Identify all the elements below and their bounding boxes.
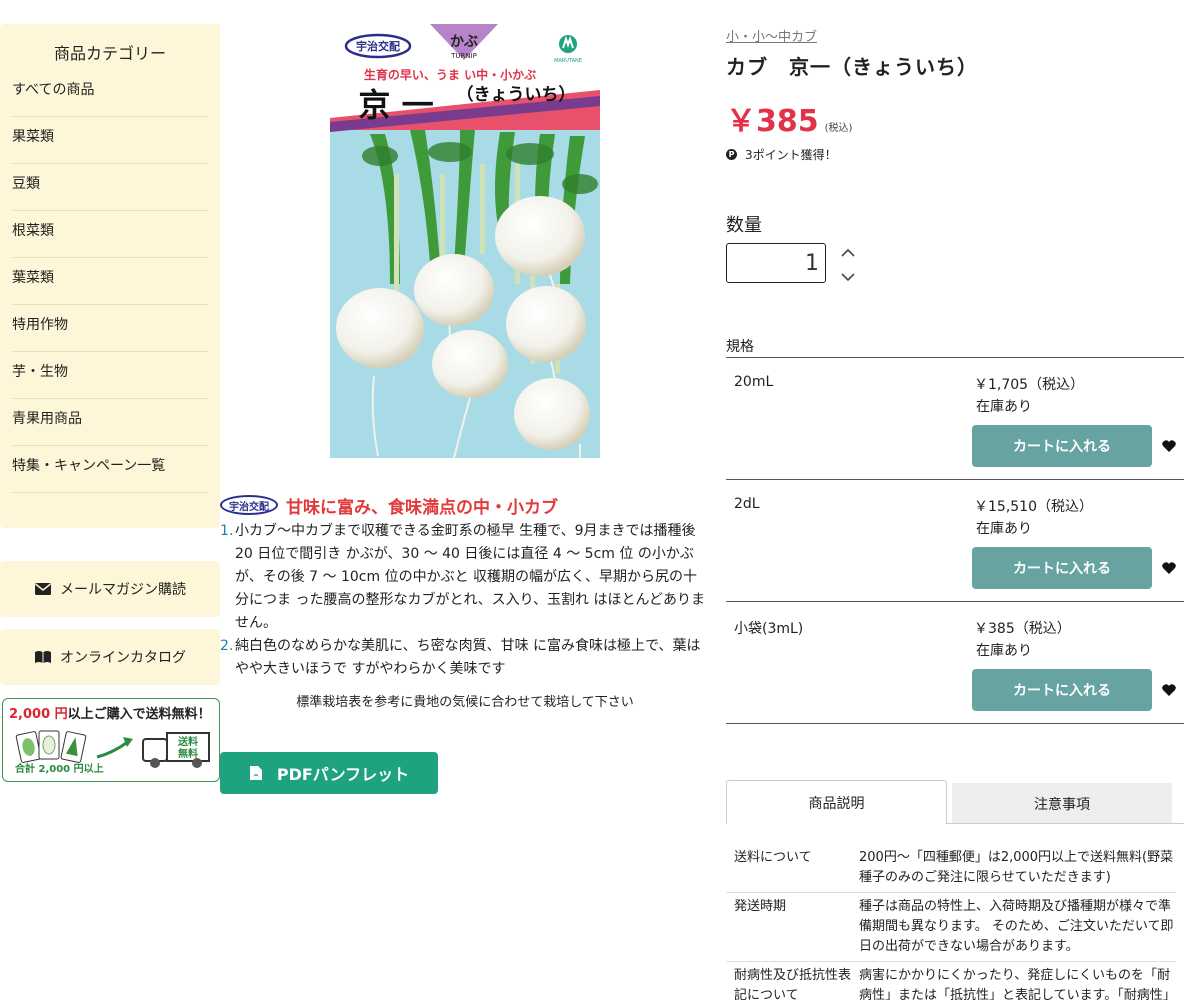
info-row: 耐病性及び抵抗性表記について 病害にかかりにくかったり、発症しにくいものを「耐病…	[726, 962, 1176, 1000]
banner-amount: 2,000 円	[9, 707, 68, 722]
cultivation-note: 標準栽培表を参考に貴地の気候に合わせて栽培して下さい	[296, 695, 634, 710]
sidebar-item-beans[interactable]: 豆類	[12, 164, 208, 211]
tabs-divider	[947, 823, 1184, 824]
pdf-pamphlet-button[interactable]: PDFパンフレット	[220, 752, 438, 794]
truck-label-2: 無料	[178, 747, 198, 760]
spec-price: ￥15,510（税込）	[974, 499, 1093, 515]
spec-stock: 在庫あり	[976, 399, 1032, 415]
spec-price: ￥385（税込）	[974, 621, 1071, 637]
sidebar-item-tubers[interactable]: 芋・生物	[12, 352, 208, 399]
sidebar-item-all[interactable]: すべての商品	[12, 70, 208, 117]
point-text: 小カブ〜中カブまで収穫できる金町系の極早 生種で、9月まきでは播種後 20 日位…	[235, 523, 706, 631]
sidebar-item-root-vegetables[interactable]: 根菜類	[12, 211, 208, 258]
spec-row: 小袋(3mL) ￥385（税込） 在庫あり カートに入れる	[726, 602, 1184, 724]
tab-product-description[interactable]: 商品説明	[726, 780, 947, 824]
banner-text: 以上ご購入で送料無料！	[67, 707, 211, 722]
description-point: 1. 小カブ〜中カブまで収穫できる金町系の極早 生種で、9月まきでは播種後 20…	[220, 520, 710, 635]
info-tabs: 商品説明 注意事項	[726, 780, 1184, 824]
sidebar-item-special-crops[interactable]: 特用作物	[12, 305, 208, 352]
packet-tagline: 生育の早い、うま い中・小かぶ	[364, 67, 536, 82]
description-points: 1. 小カブ〜中カブまで収穫できる金町系の極早 生種で、9月まきでは播種後 20…	[220, 520, 710, 681]
free-shipping-banner[interactable]: 2,000 円以上ご購入で送料無料！ 送料 無料 合計 2,000 円以上	[2, 698, 220, 782]
info-key: 発送時期	[734, 899, 787, 914]
info-value: 病害にかかりにくかったり、発症しにくいものを「耐病性」または「抵抗性」と表記して…	[859, 968, 1176, 1000]
sidebar-item-produce[interactable]: 青果用商品	[12, 399, 208, 446]
banner-title: 2,000 円以上ご購入で送料無料！	[3, 699, 219, 722]
sidebar-item-leaf-vegetables[interactable]: 葉菜類	[12, 258, 208, 305]
spec-price: ￥1,705（税込）	[974, 377, 1085, 393]
quantity-label: 数量	[726, 215, 762, 236]
description-header: 宇治交配 甘味に富み、食味満点の中・小カブ	[220, 490, 710, 520]
points-text: 3ポイント獲得！	[745, 148, 837, 162]
packet-reading: （きょういち）	[457, 84, 576, 105]
truck-label-1: 送料	[177, 735, 198, 748]
sidebar-title: 商品カテゴリー	[53, 44, 166, 63]
info-row: 発送時期 種子は商品の特性上、入荷時期及び播種期が様々で準備期間も異なります。 …	[726, 893, 1176, 962]
spec-row: 2dL ￥15,510（税込） 在庫あり カートに入れる	[726, 480, 1184, 602]
online-catalog-label: オンラインカタログ	[60, 650, 186, 666]
category-sidebar: 商品カテゴリー すべての商品 果菜類 豆類 根菜類 葉菜類 特用作物 芋・生物 …	[0, 24, 220, 528]
points-info: P 3ポイント獲得！	[726, 146, 1184, 163]
product-image: 宇治交配 かぶ TURNIP MARUTANE 生育の早い、うま い中・小かぶ …	[330, 24, 600, 458]
spec-name: 2dL	[734, 496, 760, 512]
info-row: 送料について 200円〜「四種郵便」は2,000円以上で送料無料(野菜種子のみの…	[726, 844, 1176, 893]
add-to-cart-button[interactable]: カートに入れる	[972, 425, 1152, 467]
tax-note: (税込)	[824, 123, 853, 134]
description-point: 2. 純白色のなめらかな美肌に、ち密な肉質、甘味 に富み食味は極上で、葉はやや大…	[220, 635, 710, 681]
newsletter-button[interactable]: メールマガジン購読	[0, 561, 220, 617]
info-key: 耐病性及び抵抗性表記について	[734, 968, 852, 1000]
product-description: 宇治交配 甘味に富み、食味満点の中・小カブ 1. 小カブ〜中カブまで収穫できる金…	[220, 490, 710, 710]
pdf-file-icon	[249, 766, 262, 780]
spec-name: 小袋(3mL)	[734, 621, 804, 637]
spec-name: 20mL	[734, 374, 774, 390]
seed-packet-illustration: 宇治交配 かぶ TURNIP MARUTANE 生育の早い、うま い中・小かぶ …	[330, 24, 600, 458]
book-icon	[35, 651, 51, 663]
product-info-table: 送料について 200円〜「四種郵便」は2,000円以上で送料無料(野菜種子のみの…	[726, 844, 1176, 1000]
spec-label: 規格	[726, 339, 754, 355]
add-to-cart-button[interactable]: カートに入れる	[972, 669, 1152, 711]
product-purchase-panel: 小・小〜中カブ カブ 京一（きょういち） ￥385 (税込) P 3ポイント獲得…	[726, 26, 1184, 1000]
packet-crop-en: TURNIP	[450, 52, 477, 60]
sidebar-item-fruit-vegetables[interactable]: 果菜類	[12, 117, 208, 164]
info-key: 送料について	[734, 850, 812, 865]
info-value: 200円〜「四種郵便」は2,000円以上で送料無料(野菜種子のみのご発注に限らせ…	[859, 850, 1174, 885]
chevron-down-icon[interactable]	[838, 268, 858, 286]
price-row: ￥385 (税込)	[726, 96, 1184, 140]
heart-icon[interactable]	[1161, 682, 1177, 698]
point-text: 純白色のなめらかな美肌に、ち密な肉質、甘味 に富み食味は極上で、葉はやや大きいほ…	[235, 638, 701, 677]
packet-badge: 宇治交配	[356, 39, 400, 53]
envelope-icon	[35, 583, 51, 595]
heart-icon[interactable]	[1161, 438, 1177, 454]
points-icon: P	[726, 149, 737, 160]
add-to-cart-button[interactable]: カートに入れる	[972, 547, 1152, 589]
product-price: ￥385	[726, 104, 819, 139]
sidebar-item-campaigns[interactable]: 特集・キャンペーン一覧	[12, 446, 208, 493]
spec-stock: 在庫あり	[976, 643, 1032, 659]
spec-table: 20mL ￥1,705（税込） 在庫あり カートに入れる 2dL ￥15,510…	[726, 357, 1184, 724]
breadcrumb-category-link[interactable]: 小・小〜中カブ	[726, 26, 1184, 45]
category-list: すべての商品 果菜類 豆類 根菜類 葉菜類 特用作物 芋・生物 青果用商品 特集…	[0, 70, 220, 493]
point-number: 2.	[220, 638, 234, 654]
spec-row: 20mL ￥1,705（税込） 在庫あり カートに入れる	[726, 358, 1184, 480]
packet-name: 京 一	[358, 86, 433, 124]
quantity-input[interactable]	[726, 243, 826, 283]
packet-maker: MARUTANE	[554, 58, 582, 64]
heart-icon[interactable]	[1161, 560, 1177, 576]
spec-stock: 在庫あり	[976, 521, 1032, 537]
description-heading: 甘味に富み、食味満点の中・小カブ	[286, 497, 558, 518]
tab-notes[interactable]: 注意事項	[952, 783, 1172, 824]
info-value: 種子は商品の特性上、入荷時期及び播種期が様々で準備期間も異なります。 そのため、…	[859, 899, 1174, 954]
chevron-up-icon[interactable]	[838, 244, 858, 262]
online-catalog-button[interactable]: オンラインカタログ	[0, 629, 220, 685]
point-number: 1.	[220, 523, 234, 539]
banner-footer: 合計 2,000 円以上	[15, 764, 104, 775]
product-title: カブ 京一（きょういち）	[726, 55, 978, 79]
uji-hybrid-badge: 宇治交配	[220, 495, 278, 515]
pdf-pamphlet-label: PDFパンフレット	[276, 765, 410, 784]
packet-crop: かぶ	[450, 34, 478, 50]
newsletter-label: メールマガジン購読	[60, 582, 186, 598]
